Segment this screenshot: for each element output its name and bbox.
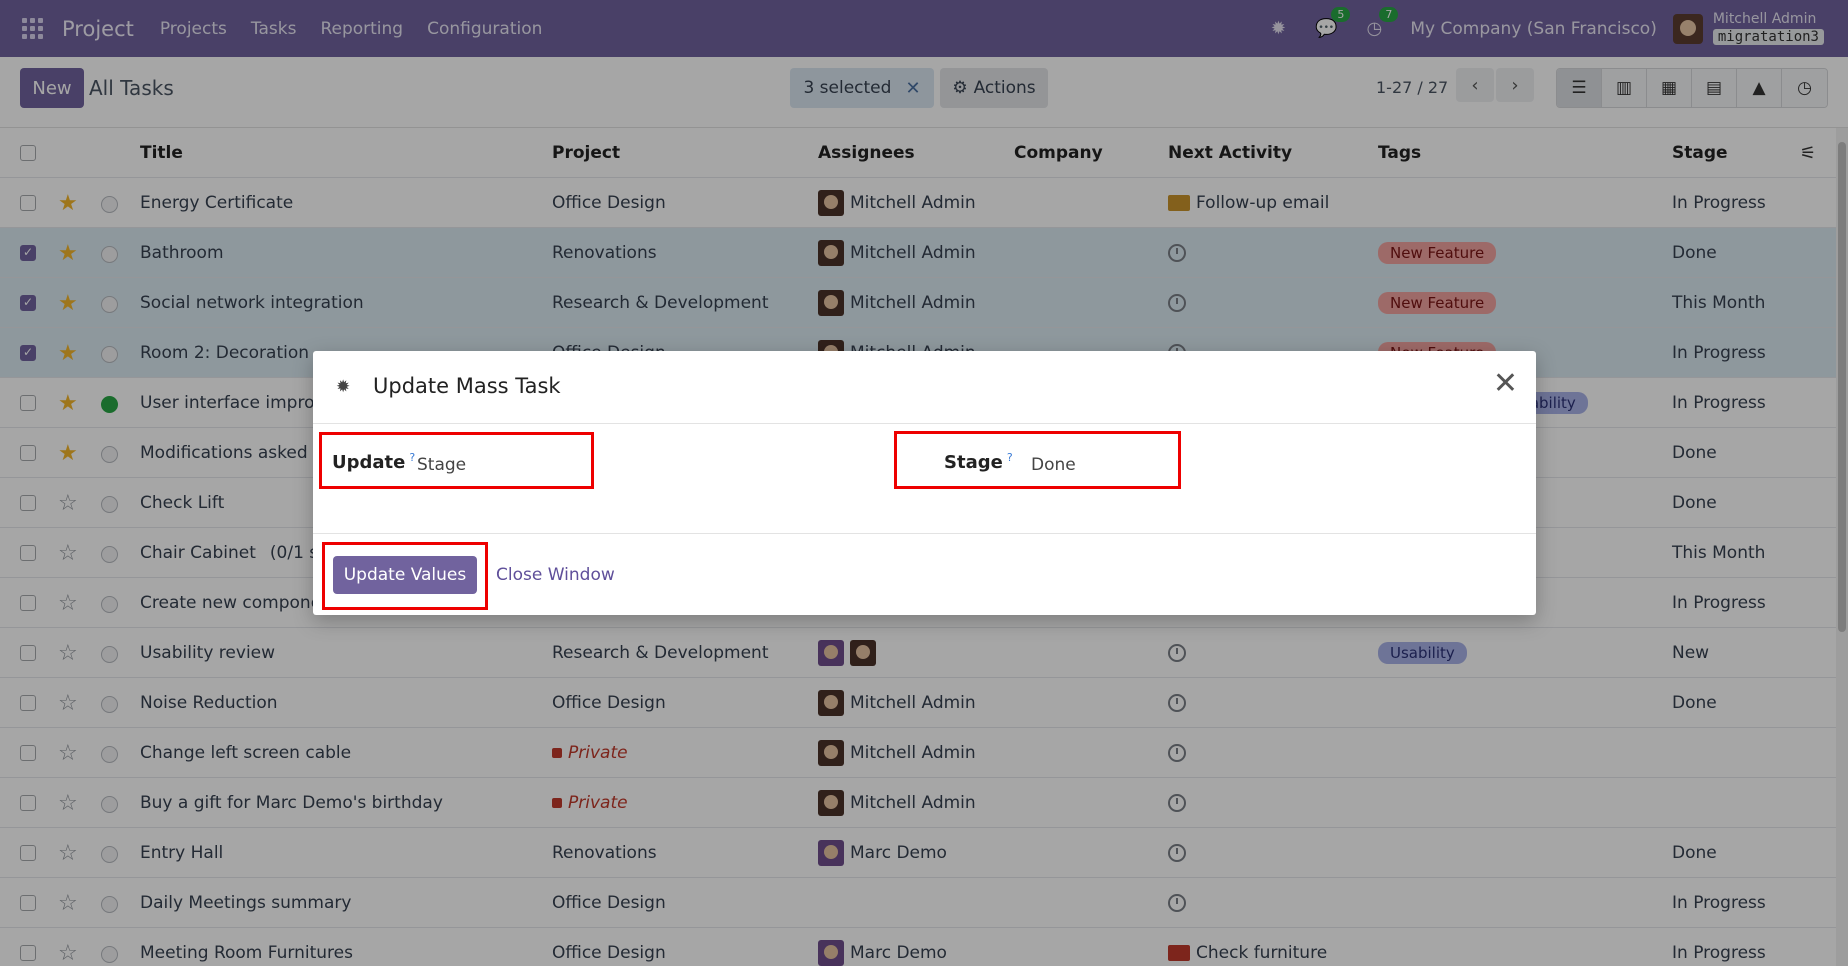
update-values-button[interactable]: Update Values xyxy=(333,556,477,594)
close-window-button[interactable]: Close Window xyxy=(496,565,615,585)
dialog-header: ✹ Update Mass Task ✕ xyxy=(313,351,1536,424)
stage-field-label: Stage? xyxy=(944,451,1013,473)
stage-field-select[interactable]: Done xyxy=(1031,455,1076,475)
dialog-title: Update Mass Task xyxy=(373,374,561,398)
help-tooltip-icon[interactable]: ? xyxy=(409,451,415,464)
close-icon[interactable]: ✕ xyxy=(1493,369,1518,399)
update-field-label: Update? xyxy=(332,451,415,473)
update-label-text: Update xyxy=(332,452,406,473)
stage-label-text: Stage xyxy=(944,452,1003,473)
dialog-footer: Update Values Close Window xyxy=(313,534,1536,614)
update-mass-task-dialog: ✹ Update Mass Task ✕ Update? Stage Stage… xyxy=(313,351,1536,615)
bug-icon: ✹ xyxy=(336,377,351,397)
dialog-body: Update? Stage Stage? Done xyxy=(313,424,1536,534)
help-tooltip-icon[interactable]: ? xyxy=(1007,451,1013,464)
update-field-select[interactable]: Stage xyxy=(417,455,466,475)
